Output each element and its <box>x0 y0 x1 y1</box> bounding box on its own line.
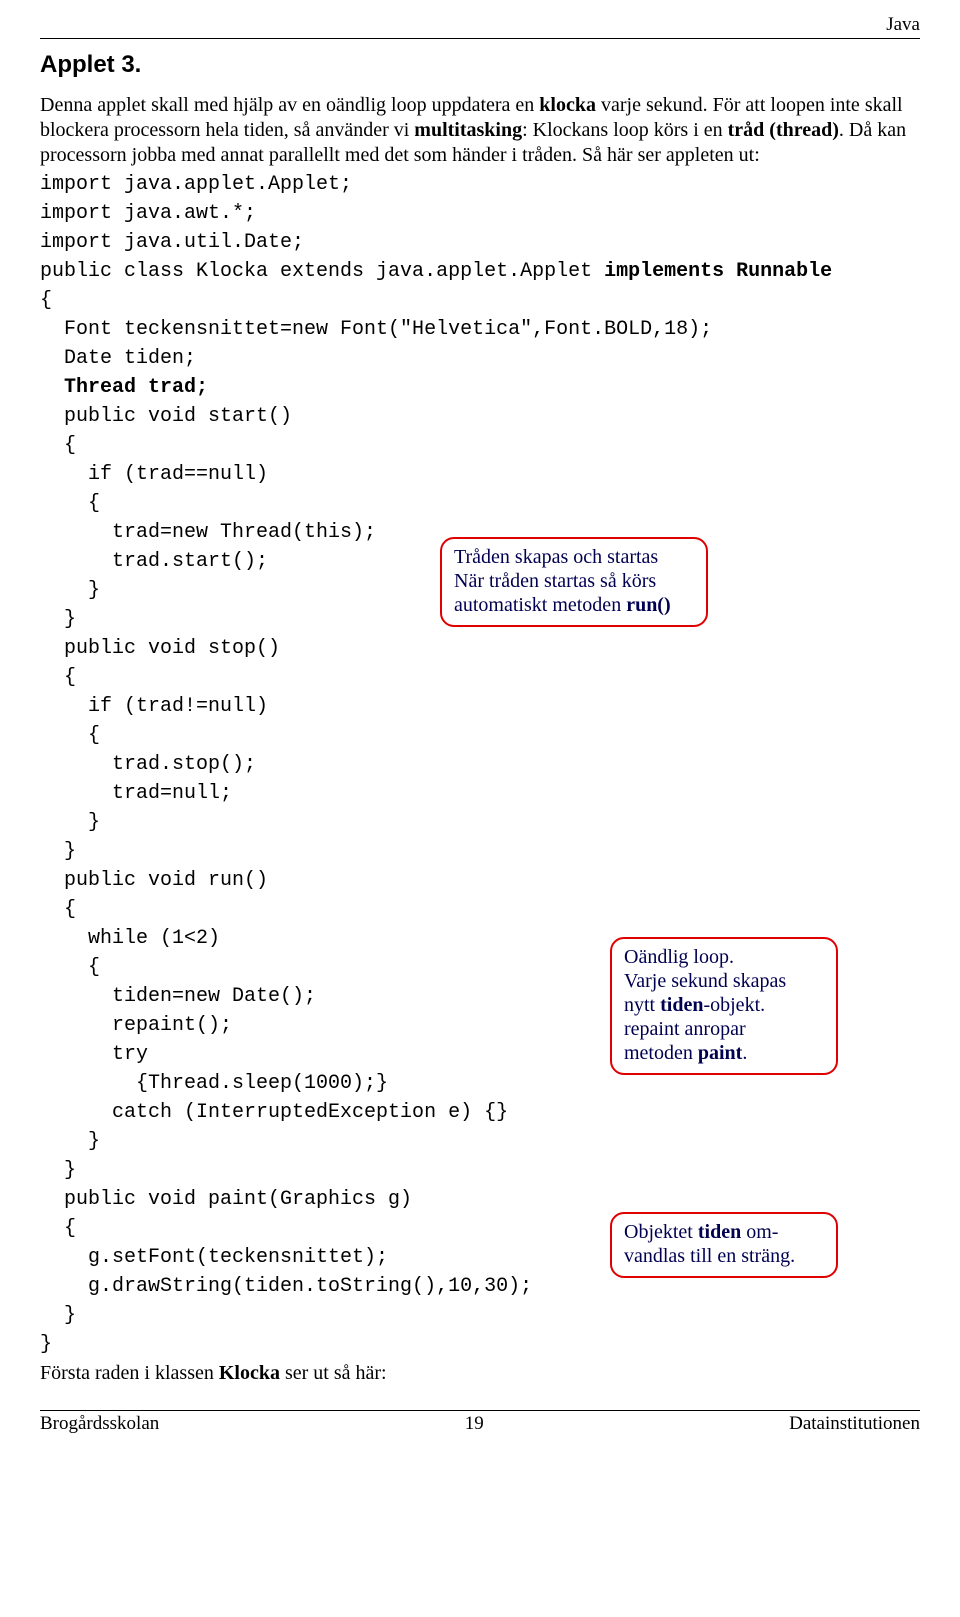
code-line: } <box>40 1129 920 1154</box>
code-line: if (trad!=null) <box>40 694 920 719</box>
code-line: { <box>40 491 920 516</box>
code-line: { <box>40 723 920 748</box>
callout-line: repaint anropar <box>624 1018 746 1040</box>
callout-line: metoden paint. <box>624 1042 747 1064</box>
code-line: } <box>40 1332 920 1357</box>
callout-line: Tråden skapas och startas <box>454 546 658 568</box>
callout-tiden-tostring: Objektet tiden om- vandlas till en strän… <box>610 1212 838 1278</box>
page-footer: Brogårdsskolan 19 Datainstitutionen <box>40 1413 920 1435</box>
intro-bold-klocka: klocka <box>539 94 596 116</box>
code-line: } <box>40 1303 920 1328</box>
code-line: { <box>40 288 920 313</box>
callout-line: vandlas till en sträng. <box>624 1245 795 1267</box>
code-line: { <box>40 433 920 458</box>
code-line: { <box>40 665 920 690</box>
code-line: Date tiden; <box>40 346 920 371</box>
code-line: public void paint(Graphics g) <box>40 1187 920 1212</box>
footer-right: Datainstitutionen <box>789 1413 920 1435</box>
code-bold: implements Runnable <box>604 260 832 283</box>
footer-page-number: 19 <box>465 1413 484 1435</box>
rule-top <box>40 38 920 39</box>
code-line: public void start() <box>40 404 920 429</box>
callout-infinite-loop: Oändlig loop. Varje sekund skapas nytt t… <box>610 937 838 1075</box>
bottom-paragraph: Första raden i klassen Klocka ser ut så … <box>40 1361 920 1386</box>
code-line: Thread trad; <box>40 375 920 400</box>
footer-left: Brogårdsskolan <box>40 1413 159 1435</box>
callout-line: nytt tiden-objekt. <box>624 994 765 1016</box>
intro-bold-multitasking: multitasking <box>414 119 522 141</box>
callout-line: När tråden startas så körs <box>454 570 656 592</box>
intro-text: : Klockans loop körs i en <box>522 119 728 141</box>
code-line: } <box>40 1158 920 1183</box>
code-line: public class Klocka extends java.applet.… <box>40 259 920 284</box>
code-line: public void stop() <box>40 636 920 661</box>
intro-paragraph: Denna applet skall med hjälp av en oändl… <box>40 93 920 168</box>
intro-text: Denna applet skall med hjälp av en oändl… <box>40 94 539 116</box>
bottom-text: ser ut så här: <box>280 1362 387 1384</box>
code-text <box>40 376 64 399</box>
code-line: catch (InterruptedException e) {} <box>40 1100 920 1125</box>
code-line: if (trad==null) <box>40 462 920 487</box>
bottom-text: Första raden i klassen <box>40 1362 219 1384</box>
code-line: import java.awt.*; <box>40 201 920 226</box>
code-line: { <box>40 897 920 922</box>
code-line: } <box>40 839 920 864</box>
code-line: import java.util.Date; <box>40 230 920 255</box>
page-title: Applet 3. <box>40 51 920 79</box>
code-line: import java.applet.Applet; <box>40 172 920 197</box>
rule-bottom <box>40 1410 920 1411</box>
callout-line: Objektet tiden om- <box>624 1221 778 1243</box>
callout-thread-start: Tråden skapas och startas När tråden sta… <box>440 537 708 627</box>
code-bold: Thread trad; <box>64 376 208 399</box>
callout-line: Varje sekund skapas <box>624 970 786 992</box>
callout-line: Oändlig loop. <box>624 946 734 968</box>
bottom-bold-klocka: Klocka <box>219 1362 280 1384</box>
code-line: trad=null; <box>40 781 920 806</box>
code-line: public void run() <box>40 868 920 893</box>
code-line: trad.stop(); <box>40 752 920 777</box>
code-text: public class Klocka extends java.applet.… <box>40 260 604 283</box>
code-line: } <box>40 810 920 835</box>
code-line: Font teckensnittet=new Font("Helvetica",… <box>40 317 920 342</box>
intro-bold-thread: tråd (thread) <box>728 119 839 141</box>
header-topright: Java <box>40 14 920 36</box>
callout-line: automatiskt metoden run() <box>454 594 671 616</box>
